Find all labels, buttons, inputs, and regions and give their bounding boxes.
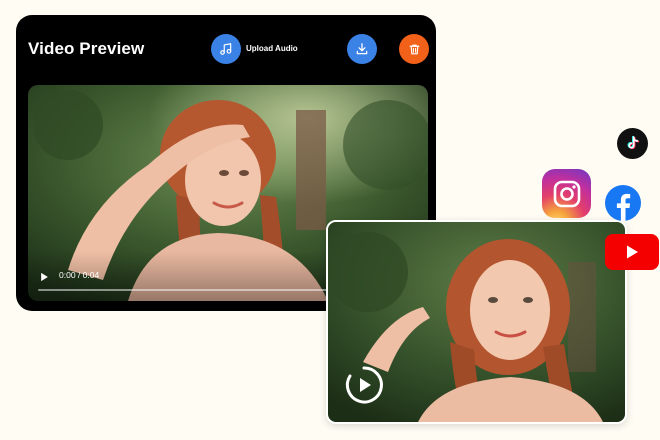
upload-audio-label[interactable]: Upload Audio [246,44,298,53]
download-button[interactable] [347,34,377,64]
instagram-icon[interactable] [542,169,591,218]
trash-icon [409,44,419,54]
play-circle-icon[interactable] [344,365,384,405]
tiktok-note-icon [627,135,639,149]
play-icon[interactable] [40,272,49,282]
page-title: Video Preview [28,39,145,58]
youtube-play-icon [627,245,638,259]
youtube-icon[interactable] [605,234,659,270]
facebook-icon[interactable] [605,185,641,221]
download-icon [356,43,368,55]
time-display: 0:00 / 0:04 [59,270,100,280]
facebook-f-icon [616,193,631,221]
delete-button[interactable] [399,34,429,64]
instagram-camera-icon [553,180,580,207]
music-note-icon [220,43,232,55]
upload-audio-button[interactable] [211,34,241,64]
tiktok-icon[interactable] [617,128,648,159]
preview-video-card[interactable] [326,220,627,424]
